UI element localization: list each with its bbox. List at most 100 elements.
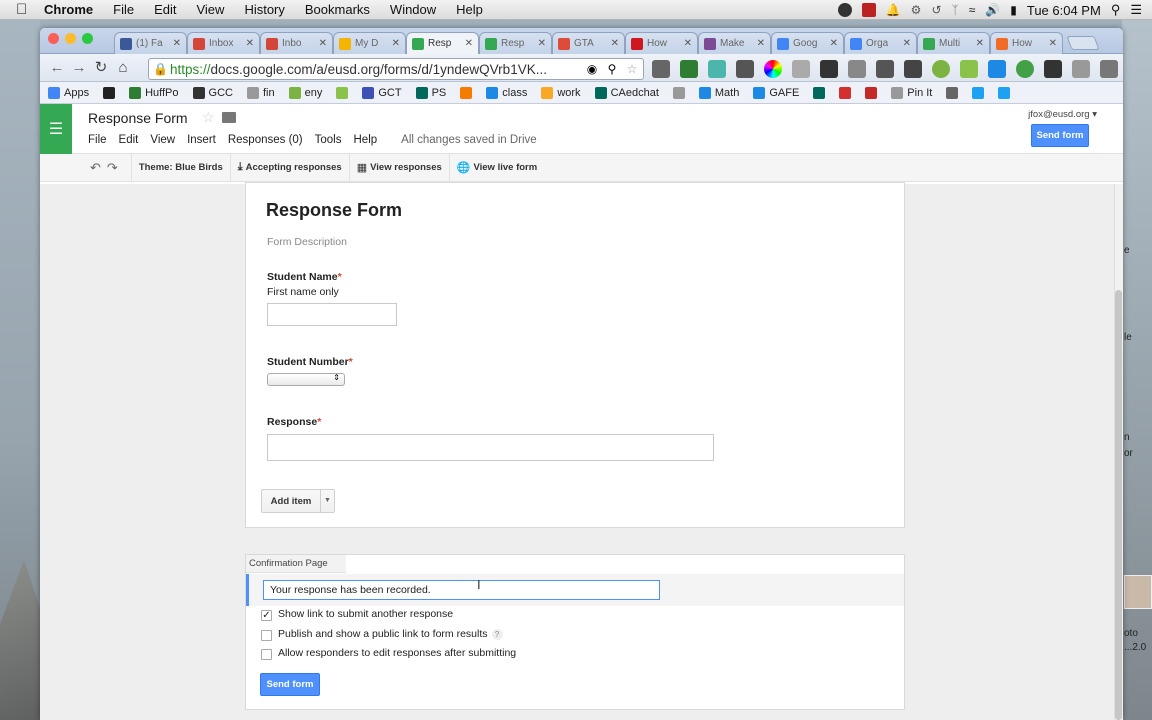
close-tab-icon[interactable]: ✕ — [684, 38, 692, 49]
forms-menu-insert[interactable]: Insert — [187, 134, 216, 146]
question-response-label[interactable]: Response* — [267, 416, 321, 428]
bookmark-item[interactable]: fin — [246, 86, 275, 99]
menu-help[interactable]: Help — [456, 2, 483, 17]
student-name-preview-input[interactable] — [267, 303, 397, 326]
close-tab-icon[interactable]: ✕ — [538, 38, 546, 49]
close-tab-icon[interactable]: ✕ — [757, 38, 765, 49]
question-student-number-label[interactable]: Student Number* — [267, 356, 353, 368]
browser-tab[interactable]: Goog ✕ — [771, 32, 844, 54]
forms-menu-help[interactable]: Help — [354, 134, 378, 146]
forms-menu-view[interactable]: View — [150, 134, 175, 146]
form-title[interactable]: Response Form — [266, 200, 402, 221]
bookmark-item[interactable] — [972, 86, 985, 99]
time-machine-icon[interactable]: ↺ — [931, 3, 941, 17]
address-bar[interactable]: 🔒 https:// docs.google.com/a/eusd.org/fo… — [148, 58, 644, 80]
view-responses-button[interactable]: ▦ View responses — [357, 161, 442, 174]
browser-tab[interactable]: Resp ✕ — [406, 32, 479, 54]
extension-icon[interactable] — [680, 60, 698, 78]
bookmark-item[interactable]: GAFE — [753, 86, 799, 99]
extension-icon[interactable] — [1072, 60, 1090, 78]
desktop-photo-icon[interactable] — [1124, 575, 1152, 609]
extension-icon[interactable] — [1100, 60, 1118, 78]
browser-tab[interactable]: Inbox ✕ — [187, 32, 260, 54]
browser-tab[interactable]: GTA ✕ — [552, 32, 625, 54]
browser-tab[interactable]: Make ✕ — [698, 32, 771, 54]
extension-icon[interactable] — [820, 60, 838, 78]
browser-tab[interactable]: How ✕ — [990, 32, 1063, 54]
bookmark-item[interactable] — [839, 86, 852, 99]
home-button[interactable]: ⌂ — [112, 57, 134, 79]
browser-tab[interactable]: Inbo ✕ — [260, 32, 333, 54]
app-menu[interactable]: Chrome — [44, 2, 93, 17]
search-icon[interactable]: ⚲ — [605, 62, 619, 76]
zoom-window-button[interactable] — [82, 33, 93, 44]
browser-tab[interactable]: Multi ✕ — [917, 32, 990, 54]
eyedropper-icon[interactable] — [736, 60, 754, 78]
view-live-form-button[interactable]: 🌐 View live form — [457, 161, 537, 174]
notification-center-icon[interactable]: ☰ — [1130, 2, 1142, 18]
theme-button[interactable]: Theme: Blue Birds — [139, 162, 223, 173]
forms-menu-edit[interactable]: Edit — [119, 134, 139, 146]
menu-history[interactable]: History — [244, 2, 284, 17]
spotlight-search-icon[interactable]: ⚲ — [1111, 2, 1121, 18]
document-title[interactable]: Response Form — [88, 110, 188, 126]
back-button[interactable]: ← — [46, 57, 68, 79]
send-form-button[interactable]: Send form — [1031, 124, 1089, 147]
caret-down-icon[interactable]: ▼ — [320, 490, 334, 512]
bookmark-item[interactable]: Pin It — [891, 86, 932, 99]
forms-menu-file[interactable]: File — [88, 134, 107, 146]
color-wheel-icon[interactable] — [764, 60, 782, 78]
browser-tab[interactable]: (1) Fa ✕ — [114, 32, 187, 54]
extension-icon[interactable] — [652, 60, 670, 78]
bookmark-item[interactable] — [865, 86, 878, 99]
extension-icon[interactable] — [792, 60, 810, 78]
form-description[interactable]: Form Description — [267, 236, 347, 248]
bookmark-item[interactable] — [672, 86, 685, 99]
volume-icon[interactable]: 🔊 — [985, 3, 1000, 17]
bookmark-item[interactable]: work — [541, 86, 581, 99]
extension-icon[interactable] — [960, 60, 978, 78]
menu-edit[interactable]: Edit — [154, 2, 176, 17]
bookmark-item[interactable] — [813, 86, 826, 99]
bookmark-item[interactable] — [998, 86, 1011, 99]
publish-results-checkbox[interactable] — [261, 630, 272, 641]
extension-icon[interactable] — [1016, 60, 1034, 78]
folder-icon[interactable] — [222, 112, 236, 123]
new-tab-button[interactable] — [1066, 36, 1100, 50]
confirmation-message-input[interactable]: Your response has been recorded. — [263, 580, 660, 600]
browser-tab[interactable]: Orga ✕ — [844, 32, 917, 54]
bookmark-item[interactable]: HuffPo — [129, 86, 179, 99]
redo-icon[interactable]: ↷ — [107, 160, 118, 176]
extension-icon[interactable] — [932, 60, 950, 78]
star-icon[interactable]: ☆ — [202, 109, 215, 126]
bell-icon[interactable]: 🔔 — [886, 3, 901, 17]
apple-menu-icon[interactable]:  — [16, 1, 30, 18]
minimize-window-button[interactable] — [65, 33, 76, 44]
close-tab-icon[interactable]: ✕ — [903, 38, 911, 49]
close-tab-icon[interactable]: ✕ — [976, 38, 984, 49]
film-icon[interactable] — [904, 60, 922, 78]
bookmark-item[interactable] — [103, 86, 116, 99]
bookmark-star-icon[interactable]: ☆ — [625, 62, 639, 76]
bookmark-item[interactable]: GCT — [362, 86, 402, 99]
add-item-button[interactable]: Add item ▼ — [261, 489, 335, 513]
status-record-icon[interactable] — [861, 3, 876, 17]
close-tab-icon[interactable]: ✕ — [611, 38, 619, 49]
close-tab-icon[interactable]: ✕ — [1049, 38, 1057, 49]
forms-menu-responses[interactable]: Responses (0) — [228, 134, 303, 146]
response-preview-input[interactable] — [267, 434, 714, 461]
extension-icon[interactable] — [848, 60, 866, 78]
close-tab-icon[interactable]: ✕ — [173, 38, 181, 49]
menu-bookmarks[interactable]: Bookmarks — [305, 2, 370, 17]
bookmark-item[interactable]: Math — [698, 86, 739, 99]
show-link-checkbox[interactable]: ✓ — [261, 610, 272, 621]
battery-icon[interactable]: ▮ — [1010, 3, 1017, 17]
bookmark-item[interactable]: class — [486, 86, 527, 99]
clock[interactable]: Tue 6:04 PM — [1027, 3, 1101, 18]
close-tab-icon[interactable]: ✕ — [465, 38, 473, 49]
account-switcher[interactable]: jfox@eusd.org ▾ — [1028, 109, 1097, 120]
accepting-responses-button[interactable]: ⤓ Accepting responses — [238, 161, 342, 174]
bookmark-item[interactable]: CAedchat — [594, 86, 659, 99]
reload-button[interactable]: ↻ — [90, 57, 112, 79]
scrollbar-thumb[interactable] — [1115, 290, 1122, 720]
